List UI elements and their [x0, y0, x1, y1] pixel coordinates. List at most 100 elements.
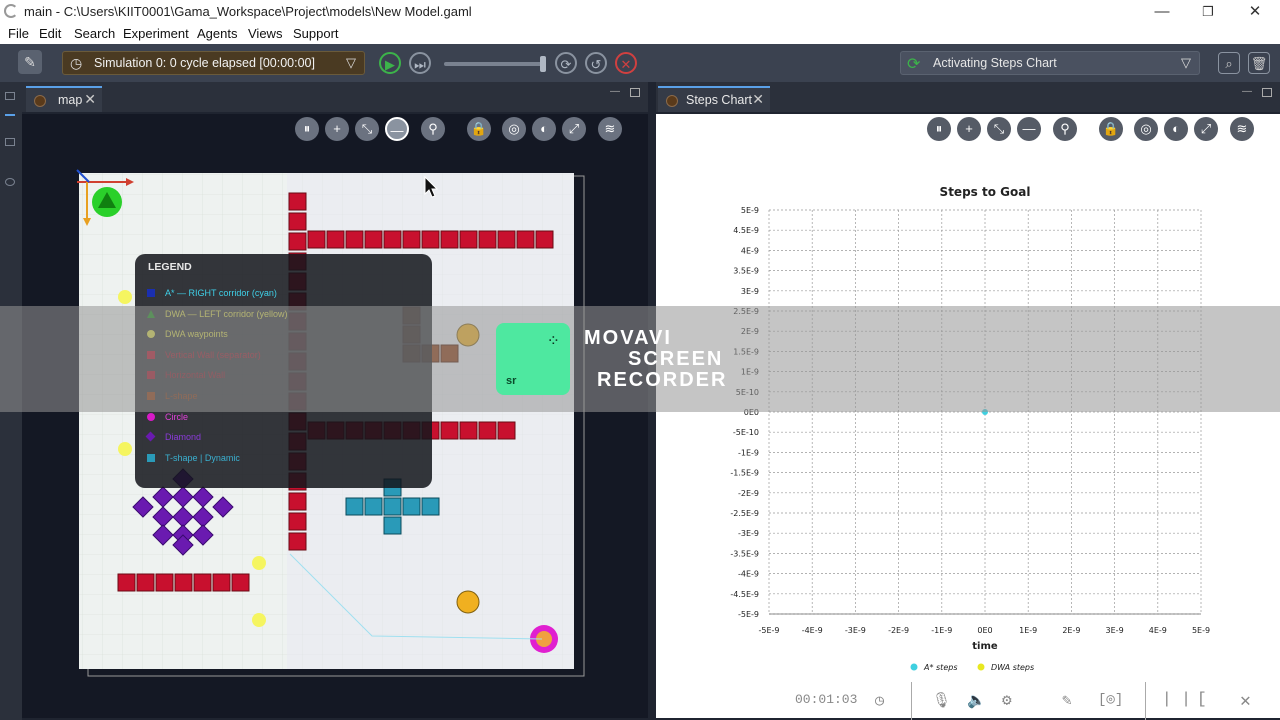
trash-icon[interactable]: 🗑 — [1248, 52, 1270, 74]
steps-chart-canvas: Steps to Goal5E-94.5E-94E-93.5E-93E-92.5… — [730, 185, 1210, 672]
close-icon[interactable]: ✕ — [84, 91, 96, 108]
pause-record-icon[interactable]: | | — [1162, 690, 1191, 708]
y-tick-label: 4.5E-9 — [733, 226, 759, 235]
chevron-down-icon[interactable]: ▽ — [1181, 55, 1191, 71]
legend-item-label: Circle — [165, 411, 189, 422]
simulation-status-text: Simulation 0: 0 cycle elapsed [00:00:00] — [94, 56, 315, 70]
layers-icon[interactable]: ≋ — [1230, 117, 1254, 141]
y-tick-label: 3E-9 — [741, 287, 759, 296]
menu-support[interactable]: Support — [293, 26, 339, 41]
snapshot-icon[interactable]: ◎ — [1134, 117, 1158, 141]
activity-box[interactable]: ⟳ Activating Steps Chart ▽ — [900, 51, 1200, 75]
speaker-off-icon[interactable]: 🔈 — [967, 691, 986, 710]
y-tick-label: -4E-9 — [738, 570, 759, 579]
restore-icon[interactable] — [5, 138, 15, 146]
minimize-view-icon[interactable]: — — [610, 86, 620, 97]
watermark-line3: RECORDER — [597, 369, 728, 391]
camera-view-icon[interactable]: ⚲ — [1053, 117, 1077, 141]
maximize-button[interactable]: ❐ — [1193, 2, 1223, 22]
lock-icon[interactable]: 🔒 — [1099, 117, 1123, 141]
chart-title: Steps to Goal — [940, 185, 1031, 199]
chevron-down-icon[interactable]: ▽ — [346, 55, 356, 71]
layers-icon[interactable]: ≋ — [598, 117, 622, 141]
minimize-button[interactable]: — — [1147, 2, 1177, 22]
tab-map-label: map — [58, 93, 83, 107]
pause-icon[interactable]: ⏸ — [295, 117, 319, 141]
legend-item-label: A* — RIGHT corridor (cyan) — [165, 288, 277, 298]
zoom-fit-icon[interactable]: ⤡ — [355, 117, 379, 141]
zoom-out-icon[interactable]: — — [1017, 117, 1041, 141]
contrast-icon[interactable]: ◐ — [1164, 117, 1188, 141]
pencil-icon[interactable]: ✎ — [1062, 690, 1072, 710]
maximize-view-icon[interactable] — [1262, 88, 1272, 97]
stop-record-icon[interactable]: [ — [1197, 690, 1207, 708]
divider — [1145, 682, 1146, 720]
contrast-icon[interactable]: ◐ — [532, 117, 556, 141]
y-tick-label: -3E-9 — [738, 529, 759, 538]
title-bar: main - C:\Users\KIIT0001\Gama_Workspace\… — [0, 0, 1280, 24]
step-icon[interactable]: ⏭ — [409, 52, 431, 74]
x-tick-label: 2E-9 — [1062, 626, 1080, 635]
watermark-line1: MOVAVI — [584, 327, 672, 349]
close-button[interactable]: ✕ — [1240, 2, 1270, 22]
chart-display[interactable]: Steps to Goal5E-94.5E-94E-93.5E-93E-92.5… — [656, 114, 1280, 718]
recorder-logo-text: sr — [506, 375, 517, 387]
webcam-icon[interactable]: [◎] — [1098, 691, 1123, 708]
restore-icon[interactable] — [5, 92, 15, 100]
search-icon[interactable]: ⌕ — [1218, 52, 1240, 74]
snapshot-icon[interactable]: ◎ — [502, 117, 526, 141]
simulation-status-box[interactable]: ◷ Simulation 0: 0 cycle elapsed [00:00:0… — [62, 51, 365, 75]
reload-icon[interactable]: ⟳ — [555, 52, 577, 74]
watermark-line2: SCREEN — [628, 348, 724, 370]
mic-off-icon[interactable]: 🎙 — [932, 691, 951, 710]
timer-icon[interactable]: ◷ — [875, 691, 884, 710]
x-tick-label: 1E-9 — [1019, 626, 1037, 635]
slider-handle[interactable] — [540, 56, 546, 72]
menu-file[interactable]: File — [8, 26, 29, 41]
close-icon[interactable]: ✕ — [752, 91, 764, 108]
zoom-fit-icon[interactable]: ⤡ — [987, 117, 1011, 141]
zoom-in-icon[interactable]: + — [325, 117, 349, 141]
x-tick-label: -5E-9 — [758, 626, 779, 635]
tab-map[interactable]: map ✕ — [26, 86, 102, 112]
menu-edit[interactable]: Edit — [39, 26, 61, 41]
maximize-view-icon[interactable] — [630, 88, 640, 97]
speed-slider[interactable] — [444, 56, 546, 72]
divider — [911, 682, 912, 720]
layers-icon[interactable] — [5, 114, 15, 120]
play-icon[interactable]: ▶ — [379, 52, 401, 74]
menu-views[interactable]: Views — [248, 26, 282, 41]
recorder-time: 00:01:03 — [795, 692, 858, 707]
zoom-in-icon[interactable]: + — [957, 117, 981, 141]
camera-view-icon[interactable]: ⚲ — [421, 117, 445, 141]
y-tick-label: -1E-9 — [738, 448, 759, 457]
menu-search[interactable]: Search — [74, 26, 115, 41]
x-tick-label: -3E-9 — [845, 626, 866, 635]
pencil-icon[interactable]: ✎ — [18, 50, 42, 74]
tab-steps-chart[interactable]: Steps Chart ✕ — [658, 86, 770, 112]
fullscreen-icon[interactable]: ⤢ — [1194, 117, 1218, 141]
stop-icon[interactable]: ✕ — [615, 52, 637, 74]
settings-icon[interactable] — [5, 178, 15, 186]
pause-icon[interactable]: ⏸ — [927, 117, 951, 141]
dots-icon: ⁘ — [546, 333, 560, 350]
y-tick-label: 3.5E-9 — [733, 267, 759, 276]
x-tick-label: 5E-9 — [1192, 626, 1210, 635]
legend-item-label: Diamond — [165, 432, 202, 443]
menu-agents[interactable]: Agents — [197, 26, 237, 41]
recorder-watermark-text: MOVAVI SCREEN RECORDER — [584, 328, 784, 391]
app-icon — [4, 4, 18, 18]
map-tab-row — [22, 82, 648, 112]
lock-icon[interactable]: 🔒 — [467, 117, 491, 141]
settings-icon[interactable]: ⚙ — [1002, 690, 1012, 710]
fullscreen-icon[interactable]: ⤢ — [562, 117, 586, 141]
minimize-view-icon[interactable]: — — [1242, 86, 1252, 97]
x-tick-label: 4E-9 — [1149, 626, 1167, 635]
zoom-out-icon[interactable]: — — [385, 117, 409, 141]
x-tick-label: 3E-9 — [1106, 626, 1124, 635]
legend-series-label: DWA steps — [991, 663, 1034, 672]
cancel-record-icon[interactable]: ✕ — [1240, 690, 1251, 712]
menu-experiment[interactable]: Experiment — [123, 26, 189, 41]
relaunch-icon[interactable]: ↺ — [585, 52, 607, 74]
square-symbol-icon — [147, 289, 155, 297]
